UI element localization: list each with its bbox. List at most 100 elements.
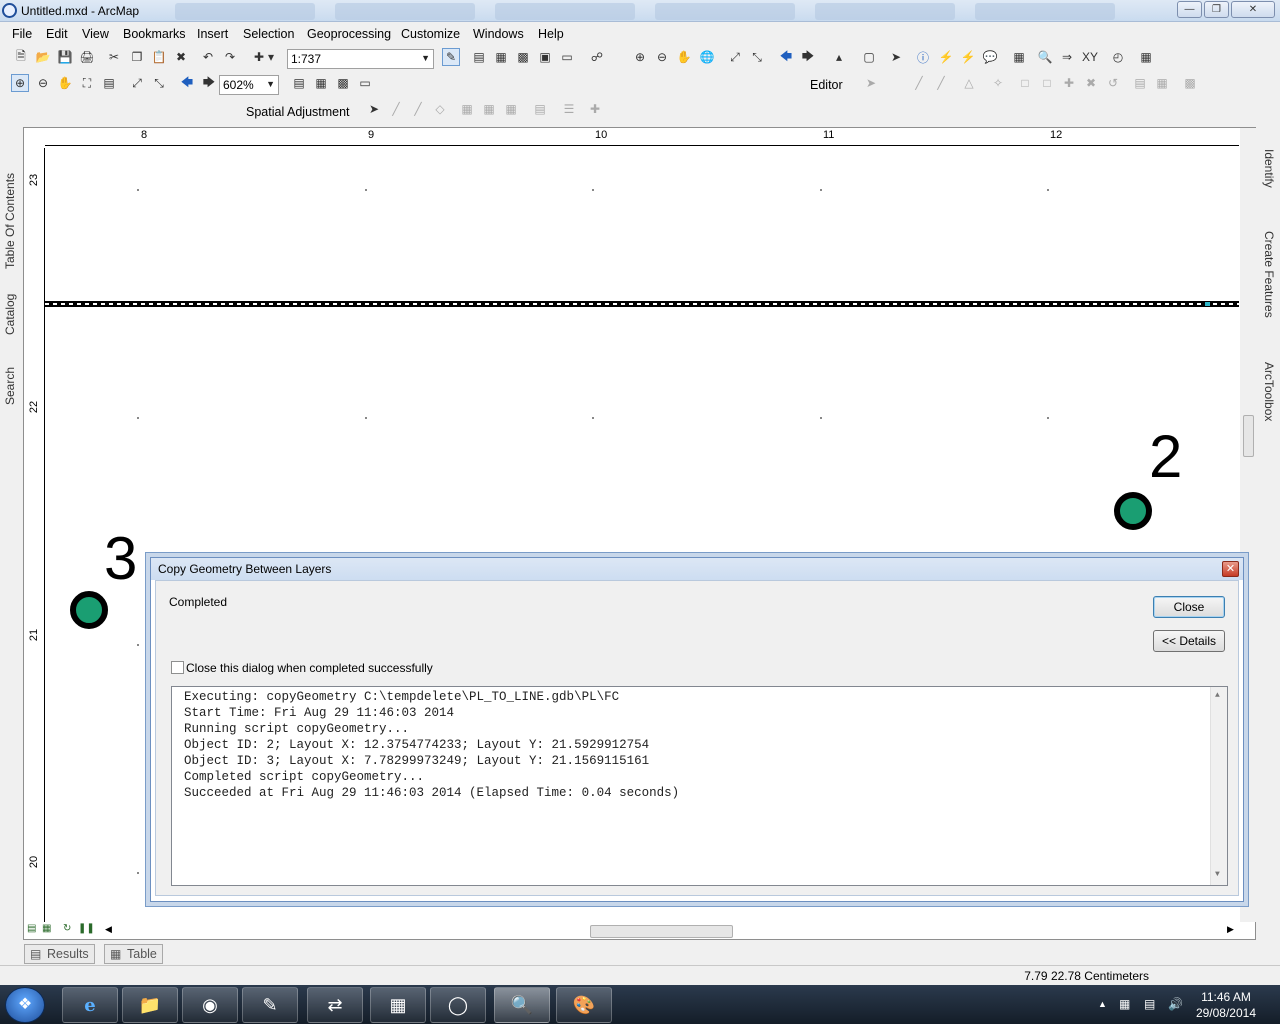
redo-icon[interactable]: ↷ (221, 48, 239, 66)
menu-customize[interactable]: Customize (401, 27, 460, 41)
start-button[interactable]: ❖ (5, 987, 45, 1023)
window-close-button[interactable]: ✕ (1231, 1, 1275, 18)
pause-drawing-icon[interactable]: ❚❚ (78, 923, 95, 934)
layout-view-icon[interactable]: ▦ (42, 923, 51, 934)
zoom-in-icon[interactable]: ⊕ (631, 48, 649, 66)
cut-icon[interactable]: ✂ (105, 48, 123, 66)
details-button[interactable]: << Details (1153, 630, 1225, 652)
dock-tab-identify[interactable]: Identify (1262, 149, 1276, 199)
paint-icon[interactable]: 🎨 (556, 987, 612, 1023)
attribute-transfer-icon[interactable]: ✚ (586, 100, 604, 118)
edit-tool-icon[interactable]: ➤ (862, 74, 880, 92)
search-window-icon[interactable]: ▩ (514, 48, 532, 66)
scroll-right-icon[interactable]: ▶ (1227, 924, 1234, 935)
layout-pan-icon[interactable]: ✋ (56, 74, 74, 92)
arctoolbox-icon[interactable]: ▣ (536, 48, 554, 66)
multi-displacement-icon[interactable]: ◇ (431, 100, 449, 118)
teamviewer-icon[interactable]: ⇄ (307, 987, 363, 1023)
network-icon[interactable]: ▤ (1144, 997, 1155, 1011)
selection-handle[interactable] (1205, 302, 1210, 306)
editor-menu[interactable]: Editor (810, 78, 843, 92)
arcmap-taskbar-icon[interactable]: 🔍 (494, 987, 550, 1023)
create-features-icon[interactable]: ▦ (1153, 74, 1171, 92)
print-icon[interactable]: 🖨 (78, 48, 96, 66)
scroll-up-icon[interactable]: ▲ (1215, 688, 1220, 704)
add-data-dropdown-icon[interactable]: ▾ (266, 48, 276, 66)
file-explorer-icon[interactable]: 📁 (122, 987, 178, 1023)
zoom-out-icon[interactable]: ⊖ (653, 48, 671, 66)
end-point-arc-icon[interactable]: ╱ (932, 74, 950, 92)
paste-icon[interactable]: 📋 (150, 48, 168, 66)
taskbar-clock[interactable]: 11:46 AM 29/08/2014 (1196, 989, 1256, 1021)
log-scrollbar[interactable]: ▲ ▼ (1210, 687, 1227, 885)
sketch-properties-icon[interactable]: ▤ (1131, 74, 1149, 92)
catalog-icon[interactable]: ▦ (492, 48, 510, 66)
map-scale-combo[interactable]: 1:737 ▼ (287, 49, 434, 69)
edge-match-icon[interactable]: ☰ (560, 100, 578, 118)
menu-view[interactable]: View (82, 27, 109, 41)
edit-vertices-icon[interactable]: ✧ (989, 74, 1007, 92)
attributes-icon[interactable]: ↺ (1104, 74, 1122, 92)
model-builder-icon[interactable]: ☍ (588, 48, 606, 66)
menu-insert[interactable]: Insert (197, 27, 228, 41)
editor-options-icon[interactable]: ▩ (1181, 74, 1199, 92)
data-view-icon[interactable]: ▤ (27, 923, 36, 934)
internet-explorer-icon[interactable]: e (62, 987, 118, 1023)
reshape-icon[interactable]: □ (1016, 74, 1034, 92)
close-when-completed-checkbox[interactable] (171, 661, 184, 674)
data-driven-pages-icon[interactable]: ▭ (356, 74, 374, 92)
dialog-close-icon[interactable]: ✕ (1222, 561, 1239, 577)
layout-horizontal-scrollbar[interactable]: ◀ ▶ (100, 923, 1240, 940)
dock-tab-catalog[interactable]: Catalog (3, 285, 17, 335)
focus-data-frame-icon[interactable]: ▦ (312, 74, 330, 92)
measure-icon[interactable]: 💬 (981, 48, 999, 66)
menu-windows[interactable]: Windows (473, 27, 524, 41)
close-button[interactable]: Close (1153, 596, 1225, 618)
layout-forward-extent-icon[interactable]: 🡆 (200, 74, 218, 92)
split-icon[interactable]: ✚ (1060, 74, 1078, 92)
identify-icon[interactable]: ⓘ (914, 48, 932, 66)
create-viewer-icon[interactable]: ▦ (1137, 48, 1155, 66)
editor-toolbar-icon[interactable]: ✎ (442, 48, 460, 66)
new-document-icon[interactable]: 🗎 (12, 48, 30, 66)
clear-selection-icon[interactable]: ▢ (860, 48, 878, 66)
fixed-zoom-in-icon[interactable]: ⤢ (726, 48, 744, 66)
menu-bookmarks[interactable]: Bookmarks (123, 27, 186, 41)
xy-icon[interactable]: XY (1081, 48, 1099, 66)
time-slider-icon[interactable]: ◴ (1109, 48, 1127, 66)
dock-tab-search[interactable]: Search (3, 355, 17, 405)
notepad-icon[interactable]: ✎ (242, 987, 298, 1023)
minimize-button[interactable]: — (1177, 1, 1202, 18)
dock-tab-arctoolbox[interactable]: ArcToolbox (1262, 362, 1276, 432)
change-layout-icon[interactable]: ▩ (334, 74, 352, 92)
save-icon[interactable]: 💾 (56, 48, 74, 66)
select-features-icon[interactable]: ▴ (830, 48, 848, 66)
trace-icon[interactable]: △ (960, 74, 978, 92)
pan-icon[interactable]: ✋ (675, 48, 693, 66)
layout-back-extent-icon[interactable]: 🡄 (178, 74, 196, 92)
html-popup-icon[interactable]: ⚡ (959, 48, 977, 66)
new-limited-adjustment-icon[interactable]: ▦ (480, 100, 498, 118)
menu-geoprocessing[interactable]: Geoprocessing (307, 27, 391, 41)
menu-selection[interactable]: Selection (243, 27, 294, 41)
layout-fixed-zoom-out-icon[interactable]: ⤡ (150, 74, 168, 92)
straight-segment-icon[interactable]: ╱ (910, 74, 928, 92)
scrollbar-thumb[interactable] (1243, 415, 1254, 457)
scroll-left-icon[interactable]: ◀ (105, 924, 112, 935)
toggle-draft-mode-icon[interactable]: ▤ (290, 74, 308, 92)
tab-results[interactable]: ▤ Results (24, 944, 95, 964)
layout-fixed-zoom-in-icon[interactable]: ⤢ (128, 74, 146, 92)
map-point-2[interactable] (1114, 492, 1152, 530)
tab-table[interactable]: ▦ Table (104, 944, 163, 964)
dialog-title-bar[interactable]: Copy Geometry Between Layers ✕ (151, 558, 1243, 580)
hyperlink-icon[interactable]: ⚡ (937, 48, 955, 66)
new-displacement-link-icon[interactable]: ╱ (387, 100, 405, 118)
new-identity-link-icon[interactable]: ▦ (458, 100, 476, 118)
go-to-xy-icon[interactable]: ⇒ (1058, 48, 1076, 66)
full-extent-icon[interactable]: 🌐 (698, 48, 716, 66)
map-point-3[interactable] (70, 591, 108, 629)
view-link-table-icon[interactable]: ▤ (531, 100, 549, 118)
scrollbar-thumb[interactable] (590, 925, 733, 938)
rotate-icon[interactable]: ✖ (1082, 74, 1100, 92)
open-icon[interactable]: 📂 (34, 48, 52, 66)
